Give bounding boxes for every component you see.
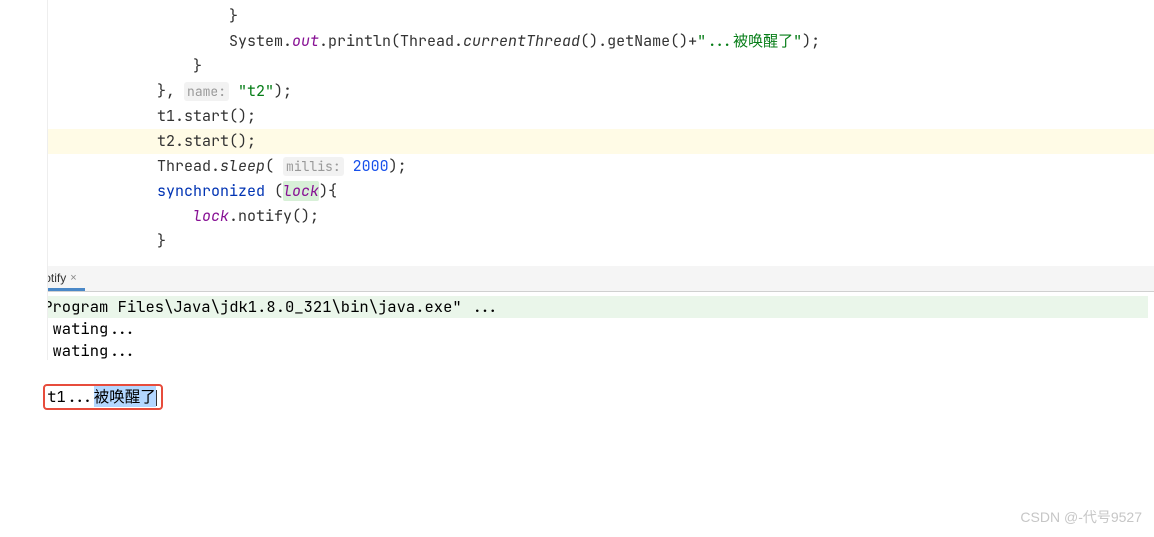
code-line: } xyxy=(1,54,1154,79)
console-line: t1...wating... xyxy=(6,318,1148,340)
code-line-highlighted: t2.start(); xyxy=(1,129,1154,154)
code-line: t1.start(); xyxy=(1,104,1154,129)
annotation-box: t1...被唤醒了 xyxy=(43,384,163,410)
console-tab-bar: WaitNotify × xyxy=(0,266,1154,292)
text-cursor xyxy=(156,390,157,406)
code-line: } xyxy=(1,4,1154,29)
param-hint: name: xyxy=(184,82,229,101)
close-icon[interactable]: × xyxy=(70,272,76,284)
console-line: t2...wating... xyxy=(6,340,1148,362)
console-output[interactable]: "C:\Program Files\Java\jdk1.8.0_321\bin\… xyxy=(0,292,1154,436)
editor-gutter xyxy=(0,0,48,360)
code-line: Thread.sleep( millis: 2000); xyxy=(1,154,1154,179)
code-line: lock.notify(); xyxy=(1,204,1154,229)
code-line: } xyxy=(1,229,1154,254)
console-line-highlighted: t1...被唤醒了 xyxy=(6,362,1148,432)
code-line: System.out.println(Thread.currentThread(… xyxy=(1,29,1154,54)
code-editor[interactable]: } System.out.println(Thread.currentThrea… xyxy=(0,0,1154,258)
code-line: synchronized (lock){ xyxy=(1,179,1154,204)
param-hint: millis: xyxy=(283,157,344,176)
code-line: }, name: "t2"); xyxy=(1,79,1154,104)
watermark: CSDN @-代号9527 xyxy=(1020,507,1142,527)
console-command-line: "C:\Program Files\Java\jdk1.8.0_321\bin\… xyxy=(6,296,1148,318)
